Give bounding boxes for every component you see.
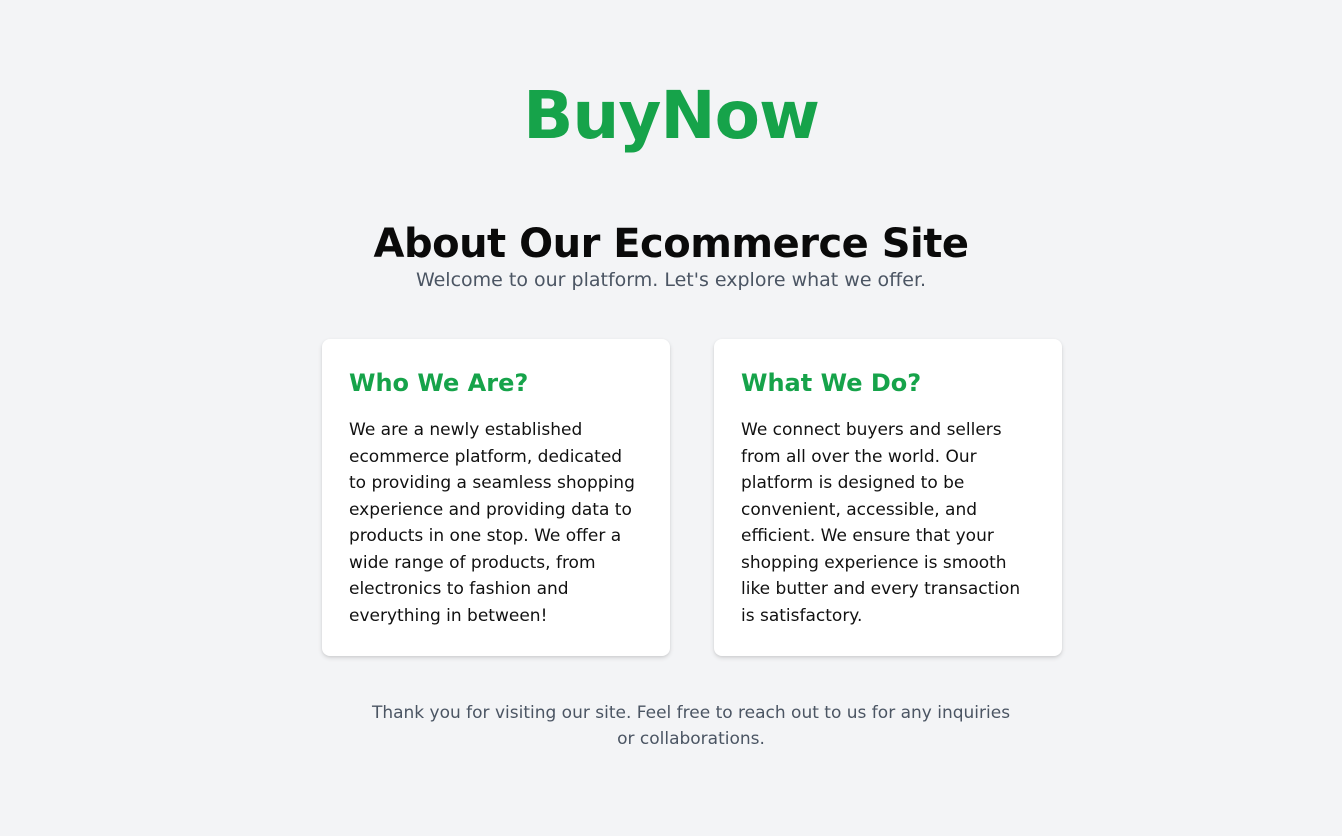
card-body: We are a newly established ecommerce pla… (349, 420, 635, 626)
card-who-we-are: Who We Are? We are a newly established e… (322, 339, 670, 656)
card-title: Who We Are? (349, 369, 529, 397)
card-title: What We Do? (741, 369, 922, 397)
footer-text: Thank you for visiting our site. Feel fr… (371, 703, 1011, 749)
card-what-we-do: What We Do? We connect buyers and seller… (714, 339, 1062, 656)
card-body: We connect buyers and sellers from all o… (741, 420, 1021, 626)
page-title: About Our Ecommerce Site (373, 221, 970, 267)
brand-logo[interactable]: BuyNow (0, 78, 1342, 154)
page-subtitle: Welcome to our platform. Let's explore w… (415, 269, 927, 291)
page: BuyNow About Our Ecommerce Site Welcome … (0, 0, 1342, 836)
